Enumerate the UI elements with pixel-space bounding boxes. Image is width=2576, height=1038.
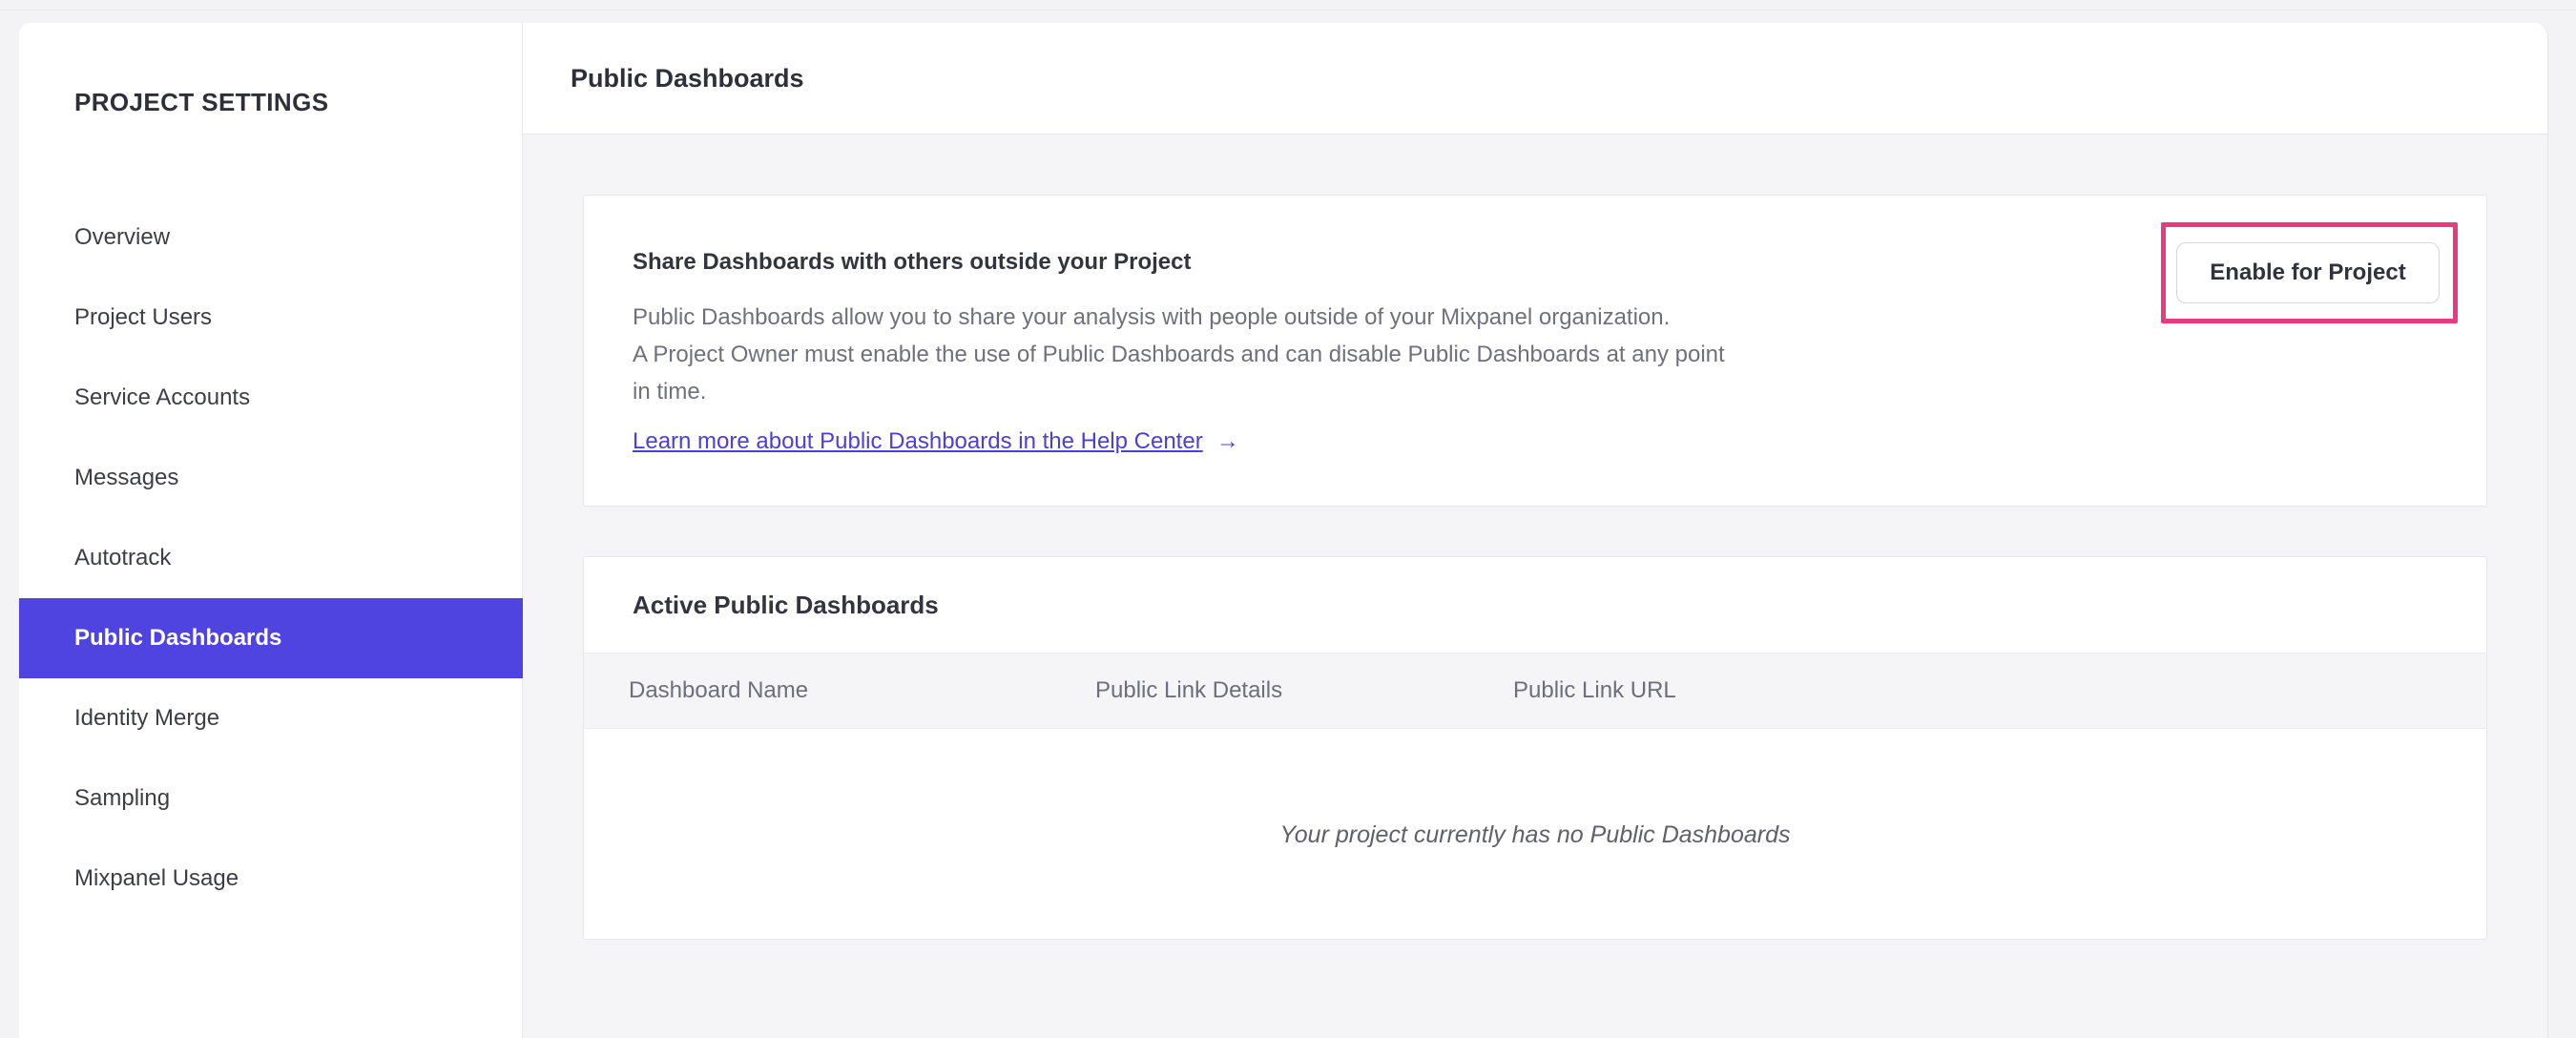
sidebar: PROJECT SETTINGS Overview Project Users … (19, 23, 523, 1038)
sidebar-item-sampling[interactable]: Sampling (19, 758, 523, 839)
share-card-heading: Share Dashboards with others outside you… (633, 249, 1192, 275)
sidebar-item-overview[interactable]: Overview (19, 197, 523, 278)
main-panel: Public Dashboards Share Dashboards with … (523, 23, 2548, 1038)
sidebar-heading: PROJECT SETTINGS (74, 88, 329, 116)
help-center-link-row: Learn more about Public Dashboards in th… (633, 428, 1239, 455)
enable-for-project-button[interactable]: Enable for Project (2176, 242, 2440, 303)
empty-state-message: Your project currently has no Public Das… (1279, 820, 1791, 848)
project-settings-screen: PROJECT SETTINGS Overview Project Users … (0, 0, 2576, 1038)
page-title: Public Dashboards (571, 64, 804, 93)
share-card-description: Public Dashboards allow you to share you… (633, 299, 1725, 410)
sidebar-item-project-users[interactable]: Project Users (19, 278, 523, 358)
help-center-link[interactable]: Learn more about Public Dashboards in th… (633, 428, 1203, 454)
active-card-heading: Active Public Dashboards (633, 591, 939, 619)
sidebar-item-mixpanel-usage[interactable]: Mixpanel Usage (19, 839, 523, 919)
sidebar-item-autotrack[interactable]: Autotrack (19, 518, 523, 598)
column-header-public-link-url: Public Link URL (1513, 677, 1676, 703)
share-dashboards-card: Share Dashboards with others outside you… (583, 195, 2487, 507)
sidebar-item-public-dashboards[interactable]: Public Dashboards (19, 598, 523, 678)
share-card-description-line: A Project Owner must enable the use of P… (633, 342, 1725, 367)
share-card-description-line: Public Dashboards allow you to share you… (633, 304, 1671, 330)
sidebar-item-messages[interactable]: Messages (19, 438, 523, 518)
active-dashboards-card: Active Public Dashboards Dashboard Name … (583, 556, 2487, 940)
column-header-public-link-details: Public Link Details (1095, 677, 1283, 703)
page-header: Public Dashboards (523, 23, 2547, 135)
sidebar-item-service-accounts[interactable]: Service Accounts (19, 358, 523, 438)
dashboards-table-header: Dashboard Name Public Link Details Publi… (584, 653, 2486, 729)
sidebar-nav: Overview Project Users Service Accounts … (19, 197, 523, 919)
share-card-description-line: in time. (633, 379, 707, 405)
sidebar-item-identity-merge[interactable]: Identity Merge (19, 678, 523, 758)
arrow-right-icon: → (1215, 428, 1239, 454)
column-header-dashboard-name: Dashboard Name (629, 677, 809, 703)
